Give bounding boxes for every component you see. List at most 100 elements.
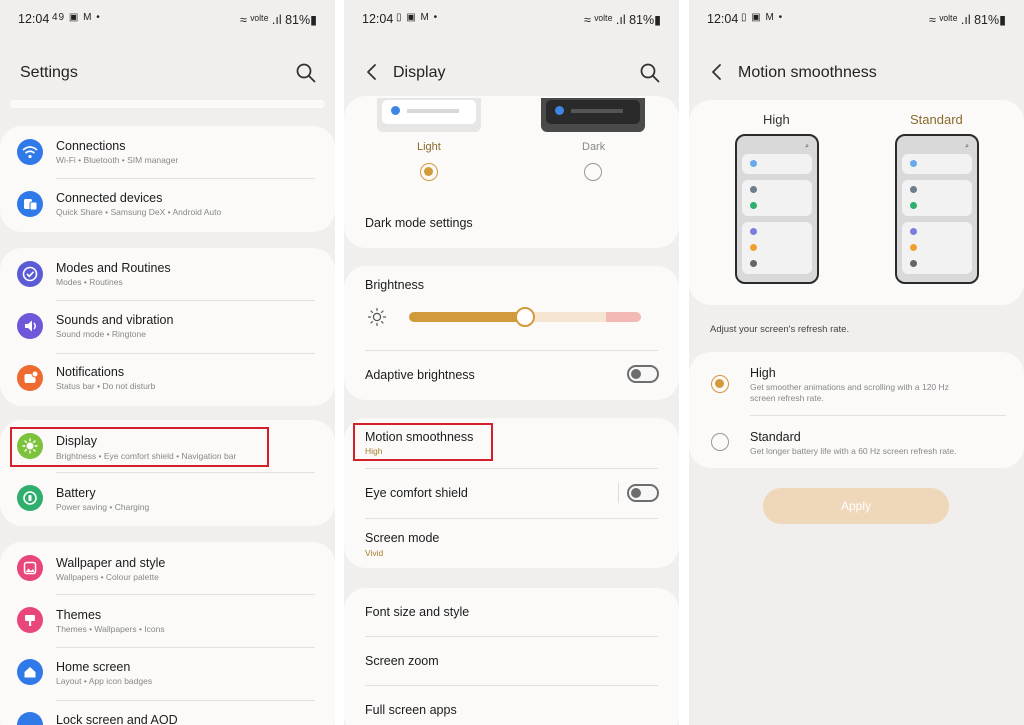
settings-item-connected-devices[interactable]: Connected devices Quick Share • Samsung …: [0, 179, 335, 231]
settings-card-modes: Modes and Routines Modes • Routines Soun…: [0, 248, 335, 406]
highlight-box-display: [10, 427, 269, 467]
status-right: ≈ ᵛᵒˡᵗᵉ .ıl 81%▮: [584, 13, 661, 27]
notification-icons: ▯ ▣ M •: [396, 12, 439, 23]
settings-item-modes[interactable]: Modes and Routines Modes • Routines: [0, 248, 335, 300]
divider: [365, 350, 658, 351]
option-standard-title: Standard: [750, 430, 801, 444]
dark-radio[interactable]: [584, 163, 602, 181]
speaker-icon: [17, 313, 43, 339]
settings-card-wallpaper: Wallpaper and style Wallpapers • Colour …: [0, 542, 335, 725]
dark-theme-preview[interactable]: [541, 98, 645, 132]
settings-item-subtitle: Power saving • Charging: [56, 502, 150, 512]
display-screen: 12:04 ▯ ▣ M • ≈ ᵛᵒˡᵗᵉ .ıl 81%▮ Display L…: [344, 0, 679, 725]
status-right: ≈ ᵛᵒˡᵗᵉ .ıl 81%▮: [240, 13, 317, 27]
status-bar: 12:04 49 ▣ M • ≈ ᵛᵒˡᵗᵉ .ıl 81%▮: [0, 0, 335, 38]
highlight-box-motion: [353, 423, 493, 461]
preview-high-label: High: [763, 112, 790, 127]
light-theme-preview[interactable]: [377, 98, 481, 132]
divider: [618, 483, 619, 503]
refresh-rate-hint: Adjust your screen's refresh rate.: [710, 324, 850, 335]
adaptive-brightness-label: Adaptive brightness: [365, 368, 475, 382]
page-title: Display: [393, 64, 446, 81]
app-bar: Motion smoothness: [689, 52, 1024, 94]
check-icon: [17, 261, 43, 287]
search-icon[interactable]: [295, 62, 317, 84]
standard-radio[interactable]: [711, 433, 729, 451]
account-card-edge: [10, 100, 325, 108]
status-time: 12:04: [18, 12, 50, 26]
search-icon: ⌕: [805, 143, 809, 150]
brightness-thumb[interactable]: [515, 307, 535, 327]
settings-item-title: Lock screen and AOD: [56, 713, 178, 725]
apply-button[interactable]: Apply: [763, 488, 949, 524]
eye-comfort-item[interactable]: Eye comfort shield: [344, 469, 679, 517]
settings-item-sounds[interactable]: Sounds and vibration Sound mode • Ringto…: [0, 301, 335, 353]
settings-item-title: Connected devices: [56, 191, 163, 205]
settings-item-connections[interactable]: Connections Wi-Fi • Bluetooth • SIM mana…: [0, 126, 335, 178]
font-size-item[interactable]: Font size and style: [344, 588, 679, 636]
eye-comfort-toggle[interactable]: [627, 484, 659, 502]
settings-item-subtitle: Wallpapers • Colour palette: [56, 572, 159, 582]
light-label: Light: [417, 141, 441, 153]
brightness-label: Brightness: [365, 278, 425, 292]
brightness-sun-icon: [367, 307, 387, 327]
adaptive-brightness-toggle[interactable]: [627, 365, 659, 383]
screen-mode-label: Screen mode: [365, 531, 440, 545]
option-standard-subtitle: Get longer battery life with a 60 Hz scr…: [750, 446, 957, 456]
settings-item-title: Sounds and vibration: [56, 313, 174, 327]
preview-standard-label: Standard: [910, 112, 963, 127]
settings-item-themes[interactable]: Themes Themes • Wallpapers • Icons: [0, 595, 335, 647]
settings-item-home-screen[interactable]: Home screen Layout • App icon badges: [0, 648, 335, 700]
back-icon[interactable]: [707, 60, 727, 84]
back-icon[interactable]: [362, 60, 382, 84]
search-icon: ⌕: [965, 143, 969, 150]
eye-comfort-label: Eye comfort shield: [365, 486, 468, 500]
settings-item-title: Connections: [56, 139, 126, 153]
app-bar: Display: [344, 52, 679, 94]
option-high[interactable]: High Get smoother animations and scrolli…: [689, 352, 1024, 412]
image-icon: [17, 555, 43, 581]
settings-item-subtitle: Modes • Routines: [56, 277, 123, 287]
notification-icons: ▯ ▣ M •: [741, 12, 784, 23]
settings-item-subtitle: Sound mode • Ringtone: [56, 329, 146, 339]
phone-preview-high: ⌕: [735, 134, 819, 284]
lock-icon: [17, 712, 43, 725]
status-bar: 12:04 ▯ ▣ M • ≈ ᵛᵒˡᵗᵉ .ıl 81%▮: [689, 0, 1024, 38]
settings-item-title: Home screen: [56, 660, 131, 674]
light-radio[interactable]: [420, 163, 438, 181]
search-icon[interactable]: [639, 62, 661, 84]
status-bar: 12:04 ▯ ▣ M • ≈ ᵛᵒˡᵗᵉ .ıl 81%▮: [344, 0, 679, 38]
home-icon: [17, 659, 43, 685]
settings-item-subtitle: Themes • Wallpapers • Icons: [56, 624, 165, 634]
screen-zoom-item[interactable]: Screen zoom: [344, 637, 679, 685]
page-title: Motion smoothness: [738, 64, 877, 81]
dark-mode-settings[interactable]: Dark mode settings: [365, 216, 473, 230]
status-right: ≈ ᵛᵒˡᵗᵉ .ıl 81%▮: [929, 13, 1006, 27]
settings-item-subtitle: Quick Share • Samsung DeX • Android Auto: [56, 207, 222, 217]
notification-icons: 49 ▣ M •: [52, 12, 101, 23]
settings-item-title: Notifications: [56, 365, 125, 379]
option-high-title: High: [750, 366, 776, 380]
settings-item-lock-screen[interactable]: Lock screen and AOD: [0, 701, 335, 725]
high-radio[interactable]: [711, 375, 729, 393]
settings-item-title: Themes: [56, 608, 102, 622]
settings-item-wallpaper[interactable]: Wallpaper and style Wallpapers • Colour …: [0, 542, 335, 594]
battery-icon: [17, 485, 43, 511]
settings-item-notifications[interactable]: Notifications Status bar • Do not distur…: [0, 354, 335, 406]
brightness-card: Brightness Adaptive brightness: [344, 266, 679, 400]
devices-icon: [17, 191, 43, 217]
full-screen-apps-item[interactable]: Full screen apps: [344, 686, 679, 725]
settings-card-connections: Connections Wi-Fi • Bluetooth • SIM mana…: [0, 126, 335, 232]
option-standard[interactable]: Standard Get longer battery life with a …: [689, 416, 1024, 466]
theme-card: Light Dark Dark mode settings: [344, 96, 679, 248]
preview-card: High Standard ⌕ ⌕: [689, 100, 1024, 305]
motion-smoothness-screen: 12:04 ▯ ▣ M • ≈ ᵛᵒˡᵗᵉ .ıl 81%▮ Motion sm…: [689, 0, 1024, 725]
screen-zoom-label: Screen zoom: [365, 654, 439, 668]
settings-screen: 12:04 49 ▣ M • ≈ ᵛᵒˡᵗᵉ .ıl 81%▮ Settings…: [0, 0, 335, 725]
screen-mode-item[interactable]: Screen mode Vivid: [344, 519, 679, 567]
settings-item-title: Wallpaper and style: [56, 556, 166, 570]
page-title: Settings: [20, 64, 78, 81]
settings-item-battery[interactable]: Battery Power saving • Charging: [0, 473, 335, 525]
option-high-subtitle: Get smoother animations and scrolling wi…: [750, 382, 949, 403]
status-time: 12:04: [362, 12, 394, 26]
